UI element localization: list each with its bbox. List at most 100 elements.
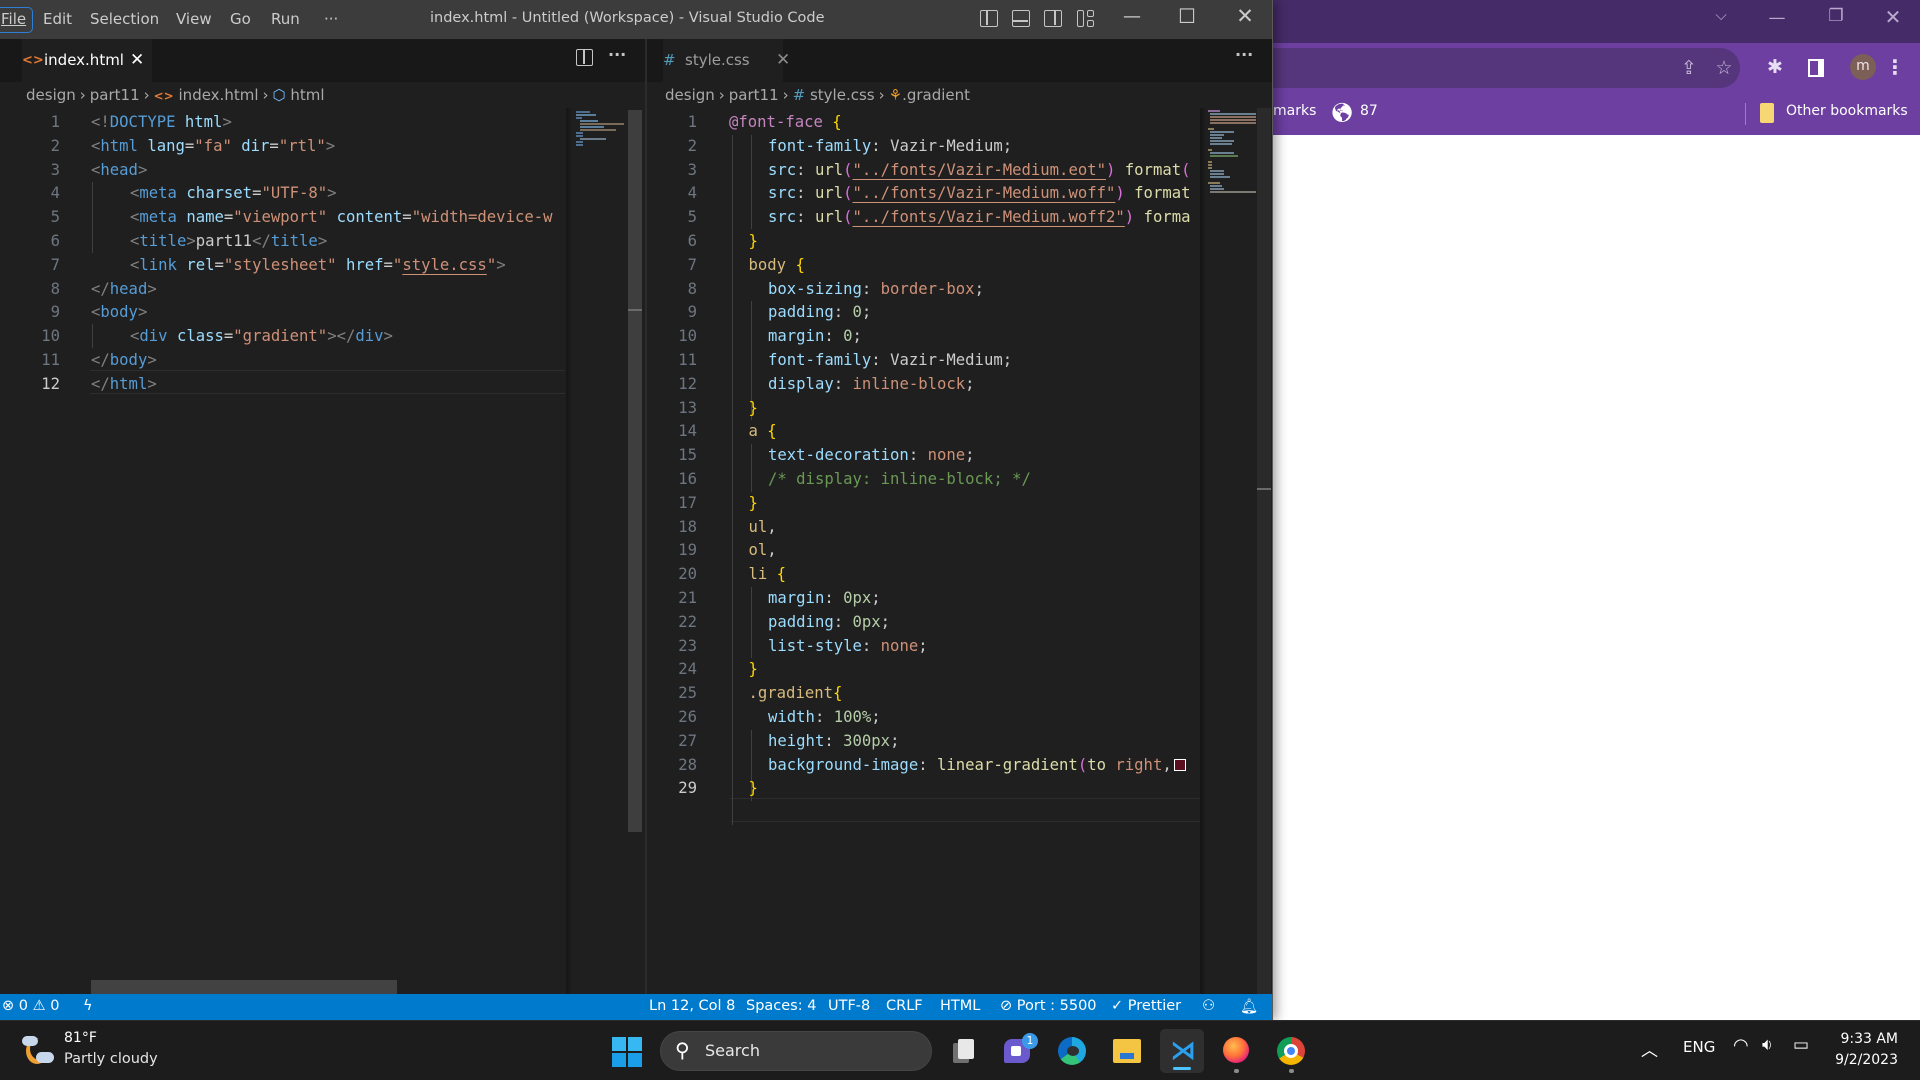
menu-run[interactable]: Run	[271, 10, 300, 28]
chrome-minimize-button[interactable]: —	[1762, 8, 1792, 28]
editor-actions-more-icon[interactable]: ···	[608, 45, 626, 64]
bookmark-star-icon[interactable]: ☆	[1710, 54, 1738, 82]
editor-actions-more-icon[interactable]: ···	[1235, 45, 1253, 64]
prettier-status[interactable]: ✓ Prettier	[1111, 998, 1181, 1014]
toggle-secondary-sidebar-icon[interactable]	[1044, 10, 1062, 27]
active-app-indicator	[1173, 1067, 1191, 1070]
breadcrumb-item[interactable]: .gradient	[902, 86, 970, 104]
weather-partly-cloudy-icon[interactable]	[22, 1034, 56, 1068]
stylesheet-link[interactable]: style.css	[402, 256, 487, 274]
start-windows-icon[interactable]	[612, 1037, 642, 1067]
breadcrumb-item[interactable]: design	[665, 86, 715, 104]
vertical-scrollbar-left[interactable]	[628, 110, 642, 832]
chrome-menu-kebab-icon[interactable]: ⋮	[1881, 53, 1909, 81]
breadcrumb-item[interactable]: design	[26, 86, 76, 104]
teams-chat-button[interactable]: 1	[996, 1029, 1040, 1073]
problems-indicator[interactable]: ⊗ 0 ⚠ 0	[2, 998, 59, 1014]
remote-lightning-icon[interactable]: ϟ	[83, 998, 93, 1014]
code-line: body {	[748, 255, 805, 274]
accounts-feedback-icon[interactable]: ⚇	[1202, 998, 1215, 1014]
tab-index-html[interactable]: <> index.html ✕	[22, 39, 152, 82]
taskbar-search[interactable]: ⚲ Search	[660, 1031, 932, 1071]
close-tab-icon[interactable]: ✕	[776, 39, 790, 82]
code-line: }	[748, 232, 758, 250]
breadcrumb-item[interactable]: index.html	[179, 86, 259, 104]
bookmark-all-bookmarks[interactable]: marks	[1273, 103, 1316, 119]
firefox-button[interactable]	[1214, 1029, 1258, 1073]
line-number: 23	[678, 636, 697, 655]
code-editor-left[interactable]: <!DOCTYPE html> <html lang="fa" dir="rtl…	[91, 111, 566, 651]
minimize-button[interactable]: —	[1117, 6, 1147, 27]
minimap-left[interactable]	[572, 108, 627, 994]
color-swatch[interactable]	[1173, 758, 1186, 771]
line-number: 12	[678, 374, 697, 393]
chrome-taskbar-button[interactable]	[1269, 1029, 1313, 1073]
split-editor-icon[interactable]	[576, 49, 593, 66]
language-mode[interactable]: HTML	[940, 998, 980, 1014]
breadcrumb-item[interactable]: html	[290, 86, 324, 104]
menu-view[interactable]: View	[176, 10, 212, 28]
show-hidden-icons-chevron[interactable]: ︿	[1641, 1036, 1658, 1061]
live-server-port[interactable]: ⊘ Port : 5500	[1000, 998, 1097, 1014]
vscode-taskbar-button[interactable]: ⋊	[1160, 1029, 1204, 1073]
tab-style-css[interactable]: # style.css ✕	[663, 39, 790, 82]
code-line: </html>	[91, 374, 157, 393]
vertical-scrollbar-right[interactable]	[1257, 108, 1271, 994]
file-encoding[interactable]: UTF-8	[828, 998, 870, 1014]
share-icon[interactable]: ⇪	[1675, 54, 1703, 82]
port-label: Port : 5500	[1016, 998, 1097, 1014]
chrome-restore-button[interactable]: ❐	[1821, 6, 1851, 26]
code-line: <link rel="stylesheet" href="style.css">	[130, 255, 506, 274]
chrome-close-button[interactable]: ✕	[1878, 5, 1908, 29]
weather-temperature[interactable]: 81°F	[64, 1030, 97, 1046]
code-line: box-sizing: border-box;	[768, 279, 984, 298]
menu-edit[interactable]: Edit	[43, 10, 72, 28]
volume-icon[interactable]: 🔉︎	[1762, 1035, 1773, 1055]
error-icon: ⊗	[2, 998, 15, 1014]
system-clock[interactable]: 9:33 AM 9/2/2023	[1835, 1029, 1898, 1071]
horizontal-scrollbar-left[interactable]	[91, 980, 397, 994]
extensions-puzzle-icon[interactable]: ✱	[1761, 53, 1789, 81]
weather-condition[interactable]: Partly cloudy	[64, 1051, 158, 1067]
minimap-right[interactable]	[1206, 108, 1256, 994]
maximize-button[interactable]: ☐	[1172, 4, 1202, 28]
wifi-icon[interactable]: ◠	[1733, 1035, 1749, 1056]
menu-file[interactable]: File	[0, 7, 33, 33]
tab-search-chevron-icon[interactable]: ⌵	[1706, 6, 1736, 24]
battery-charging-icon[interactable]: ▭	[1793, 1035, 1809, 1055]
other-bookmarks-button[interactable]: Other bookmarks	[1786, 103, 1908, 119]
breadcrumb-item[interactable]: part11	[729, 86, 779, 104]
menu-selection[interactable]: Selection	[90, 10, 159, 28]
side-panel-icon[interactable]	[1802, 53, 1830, 81]
close-window-button[interactable]: ✕	[1230, 4, 1260, 28]
code-line: ul,	[748, 517, 777, 536]
breadcrumb-item[interactable]: style.css	[810, 86, 875, 104]
indentation-setting[interactable]: Spaces: 4	[746, 998, 816, 1014]
cursor-position[interactable]: Ln 12, Col 8	[649, 998, 735, 1014]
code-editor-right[interactable]: @font-face { font-family: Vazir-Medium; …	[729, 111, 1200, 831]
menu-more-button[interactable]: ···	[324, 10, 338, 28]
toggle-primary-sidebar-icon[interactable]	[980, 10, 998, 27]
task-view-button[interactable]	[941, 1029, 985, 1073]
bookmark-globe-87[interactable]: 87	[1360, 103, 1378, 119]
input-language[interactable]: ENG	[1683, 1038, 1715, 1056]
profile-avatar[interactable]: m	[1850, 54, 1876, 80]
breadcrumb-item[interactable]: part11	[90, 86, 140, 104]
end-of-line[interactable]: CRLF	[886, 998, 923, 1014]
close-tab-icon[interactable]: ✕	[130, 39, 144, 82]
code-line: <!DOCTYPE html>	[91, 113, 232, 131]
edge-browser-button[interactable]	[1050, 1029, 1094, 1073]
double-check-icon: ✓	[1111, 998, 1124, 1014]
file-explorer-button[interactable]	[1105, 1029, 1149, 1073]
customize-layout-icon[interactable]	[1077, 10, 1095, 28]
address-bar[interactable]: ⇪ ☆	[1270, 48, 1740, 88]
menu-go[interactable]: Go	[230, 10, 251, 28]
line-number: 24	[678, 660, 697, 679]
line-number: 16	[678, 470, 697, 488]
bookmarks-bar: marks 🌎︎ 87 Other bookmarks	[1270, 92, 1920, 135]
toggle-panel-icon[interactable]	[1012, 10, 1030, 27]
tab-label: index.html	[44, 51, 124, 69]
line-number: 9	[50, 303, 60, 322]
element-cube-icon: ⬡	[272, 86, 286, 104]
notifications-bell-icon[interactable]: 🔔︎	[1240, 998, 1258, 1015]
